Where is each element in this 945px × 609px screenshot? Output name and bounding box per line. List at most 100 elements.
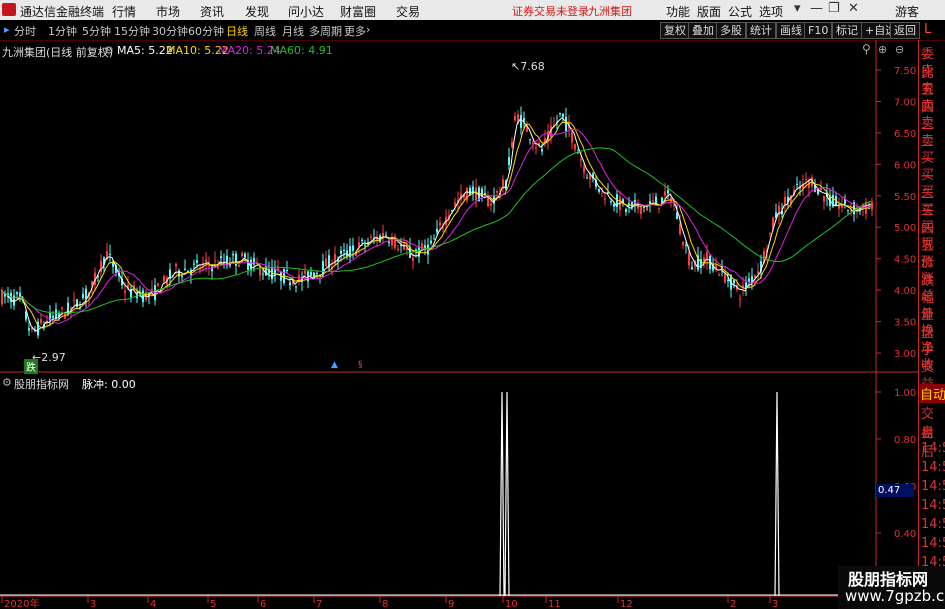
candle-body: [241, 252, 243, 257]
candle-body: [871, 201, 873, 210]
trade-time-label: 14:56: [921, 479, 945, 494]
pulse-spike-1: [499, 391, 505, 597]
candle-body: [823, 196, 825, 202]
time-tick-label: 3: [772, 599, 778, 609]
pulse-spike-2: [504, 391, 510, 597]
candle-body: [40, 319, 42, 324]
price-tick-label: 4.50: [894, 255, 916, 266]
pulse-spike-3: [774, 391, 780, 597]
time-tick-label: 6: [260, 599, 266, 609]
candle-body: [784, 196, 786, 206]
candle-body: [181, 275, 183, 277]
candle-body: [262, 273, 264, 275]
event-marker-icon[interactable]: ▲: [331, 360, 338, 370]
time-tick-label: 9: [448, 599, 454, 609]
price-tick-label: 3.00: [894, 349, 916, 360]
candle-body: [19, 292, 21, 297]
trade-time-label: 14:56: [921, 498, 945, 513]
candle-body: [739, 298, 741, 300]
candle-body: [487, 198, 489, 207]
candle-body: [61, 307, 63, 309]
auto-trade-tab[interactable]: 自动: [920, 384, 945, 403]
trade-time-label: 14:56: [921, 536, 945, 551]
candle-body: [304, 270, 306, 274]
high-price-label: ↖7.68: [511, 60, 545, 73]
price-tick-label: 5.00: [894, 223, 916, 234]
candle-body: [370, 236, 372, 238]
candle-body: [286, 269, 288, 272]
candle-body: [676, 212, 678, 220]
candle-body: [205, 259, 207, 263]
candle-body: [586, 177, 588, 179]
time-tick-label: 4: [150, 599, 156, 609]
price-tick-label: 7.00: [894, 97, 916, 108]
candle-body: [403, 243, 405, 250]
candle-body: [151, 288, 153, 291]
candle-body: [769, 232, 771, 234]
candle-body: [244, 253, 246, 258]
candle-body: [514, 115, 516, 121]
price-tick-label: 6.00: [894, 160, 916, 171]
candle-body: [109, 253, 111, 255]
candle-body: [847, 209, 849, 211]
candle-body: [388, 241, 390, 244]
event-marker-s[interactable]: §: [358, 360, 363, 370]
candle-body: [343, 249, 345, 251]
candle-body: [310, 272, 312, 276]
candle-body: [193, 263, 195, 265]
candle-body: [55, 309, 57, 319]
candle-body: [208, 265, 210, 267]
trade-time-label: 14:56: [921, 441, 945, 456]
candle-body: [511, 142, 513, 148]
candle-body: [364, 244, 366, 246]
fall-marker: 跌: [24, 359, 38, 374]
candle-body: [727, 279, 729, 282]
candle-body: [724, 273, 726, 283]
watermark-url: www.7gpzb.com: [845, 587, 945, 605]
candle-body: [688, 252, 690, 266]
candle-body: [439, 222, 441, 226]
candle-body: [232, 254, 234, 256]
trade-time-label: 14:56: [921, 517, 945, 532]
candle-body: [652, 200, 654, 202]
candle-body: [361, 239, 363, 241]
candle-body: [430, 240, 432, 244]
candle-body: [82, 293, 84, 298]
candle-body: [178, 270, 180, 277]
quote-side-panel: 委比卖五卖四卖三卖二卖一买一买二买三买四买五现价涨跌涨幅总量外盘换手净资收益: [918, 40, 945, 392]
candle-body: [124, 291, 126, 293]
candle-body: [583, 166, 585, 173]
candle-body: [700, 259, 702, 269]
candle-body: [52, 315, 54, 318]
time-tick-label: 2020年: [4, 597, 39, 609]
time-tick-label: 12: [620, 599, 633, 609]
indicator-tick-label: 1.00: [894, 388, 916, 399]
high-price-value: 7.68: [520, 60, 545, 73]
candle-body: [508, 157, 510, 166]
price-tick-label: 4.00: [894, 286, 916, 297]
candle-body: [352, 245, 354, 251]
candle-body: [664, 191, 666, 196]
candle-body: [562, 113, 564, 117]
candle-body: [316, 272, 318, 274]
price-tick-label: 3.50: [894, 318, 916, 329]
indicator-tick-label: 0.40: [894, 529, 916, 540]
candle-body: [76, 299, 78, 307]
candle-body: [805, 178, 807, 181]
candle-body: [16, 292, 18, 295]
candle-body: [679, 224, 681, 235]
kline-chart[interactable]: 7.50 7.00 6.50 6.00 5.50 5.00 4.50 4.00 3.50 3.00…: [0, 0, 945, 609]
candle-body: [289, 282, 291, 286]
time-tick-label: 2: [730, 599, 736, 609]
candle-body: [469, 187, 471, 195]
candle-body: [217, 267, 219, 269]
candle-body: [436, 229, 438, 233]
candle-body: [412, 257, 414, 261]
candle-body: [358, 242, 360, 246]
candle-body: [682, 241, 684, 246]
candle-body: [535, 147, 537, 149]
candle-body: [658, 207, 660, 209]
candle-body: [85, 288, 87, 299]
candle-body: [454, 202, 456, 206]
candle-body: [28, 328, 30, 331]
